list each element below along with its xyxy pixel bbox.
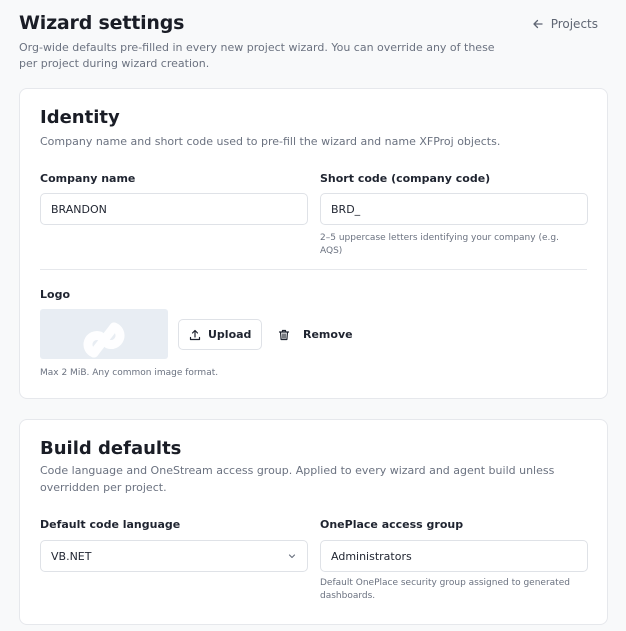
code-language-label: Default code language <box>40 518 181 531</box>
build-defaults-description: Code language and OneStream access group… <box>40 464 555 494</box>
code-language-select[interactable]: VB.NET <box>40 540 308 572</box>
logo-label: Logo <box>40 288 70 301</box>
remove-logo-button[interactable]: Remove <box>278 319 353 350</box>
company-name-label: Company name <box>40 172 136 185</box>
short-code-input[interactable]: BRD_ <box>320 193 588 225</box>
logo-help: Max 2 MiB. Any common image format. <box>40 368 219 378</box>
company-name-value: BRANDON <box>51 202 107 216</box>
access-group-label: OnePlace access group <box>320 518 464 531</box>
identity-description: Company name and short code used to pre-… <box>40 135 501 148</box>
code-language-value: VB.NET <box>51 549 92 563</box>
identity-title: Identity <box>40 107 120 128</box>
remove-button-label: Remove <box>303 328 353 341</box>
short-code-value: BRD_ <box>331 202 361 216</box>
identity-divider <box>40 269 587 270</box>
short-code-help: 2–5 uppercase letters identifying your c… <box>320 233 559 256</box>
upload-icon <box>189 329 201 340</box>
company-name-input[interactable]: BRANDON <box>40 193 308 225</box>
page-subtitle: Org-wide defaults pre-filled in every ne… <box>19 41 495 70</box>
page-title: Wizard settings <box>19 12 185 34</box>
arrow-left-icon <box>533 19 543 29</box>
build-defaults-title: Build defaults <box>40 438 182 459</box>
build-defaults-card: Build defaults Code language and OneStre… <box>19 419 608 625</box>
page-header: Wizard settings Org-wide defaults pre-fi… <box>19 12 607 72</box>
short-code-label: Short code (company code) <box>320 172 491 185</box>
company-logo-mark <box>83 322 125 358</box>
identity-card: Identity Company name and short code use… <box>19 88 608 399</box>
access-group-help: Default OnePlace security group assigned… <box>320 578 570 601</box>
upload-button-label: Upload <box>208 328 252 341</box>
logo-preview-image <box>40 309 168 359</box>
access-group-value: Administrators <box>331 549 412 563</box>
upload-logo-button[interactable]: Upload <box>178 319 263 350</box>
back-to-projects-link[interactable]: Projects <box>532 17 598 31</box>
trash-icon <box>278 329 290 340</box>
back-link-label: Projects <box>550 17 598 31</box>
access-group-input[interactable]: Administrators <box>320 540 588 572</box>
chevron-down-icon <box>288 554 296 559</box>
